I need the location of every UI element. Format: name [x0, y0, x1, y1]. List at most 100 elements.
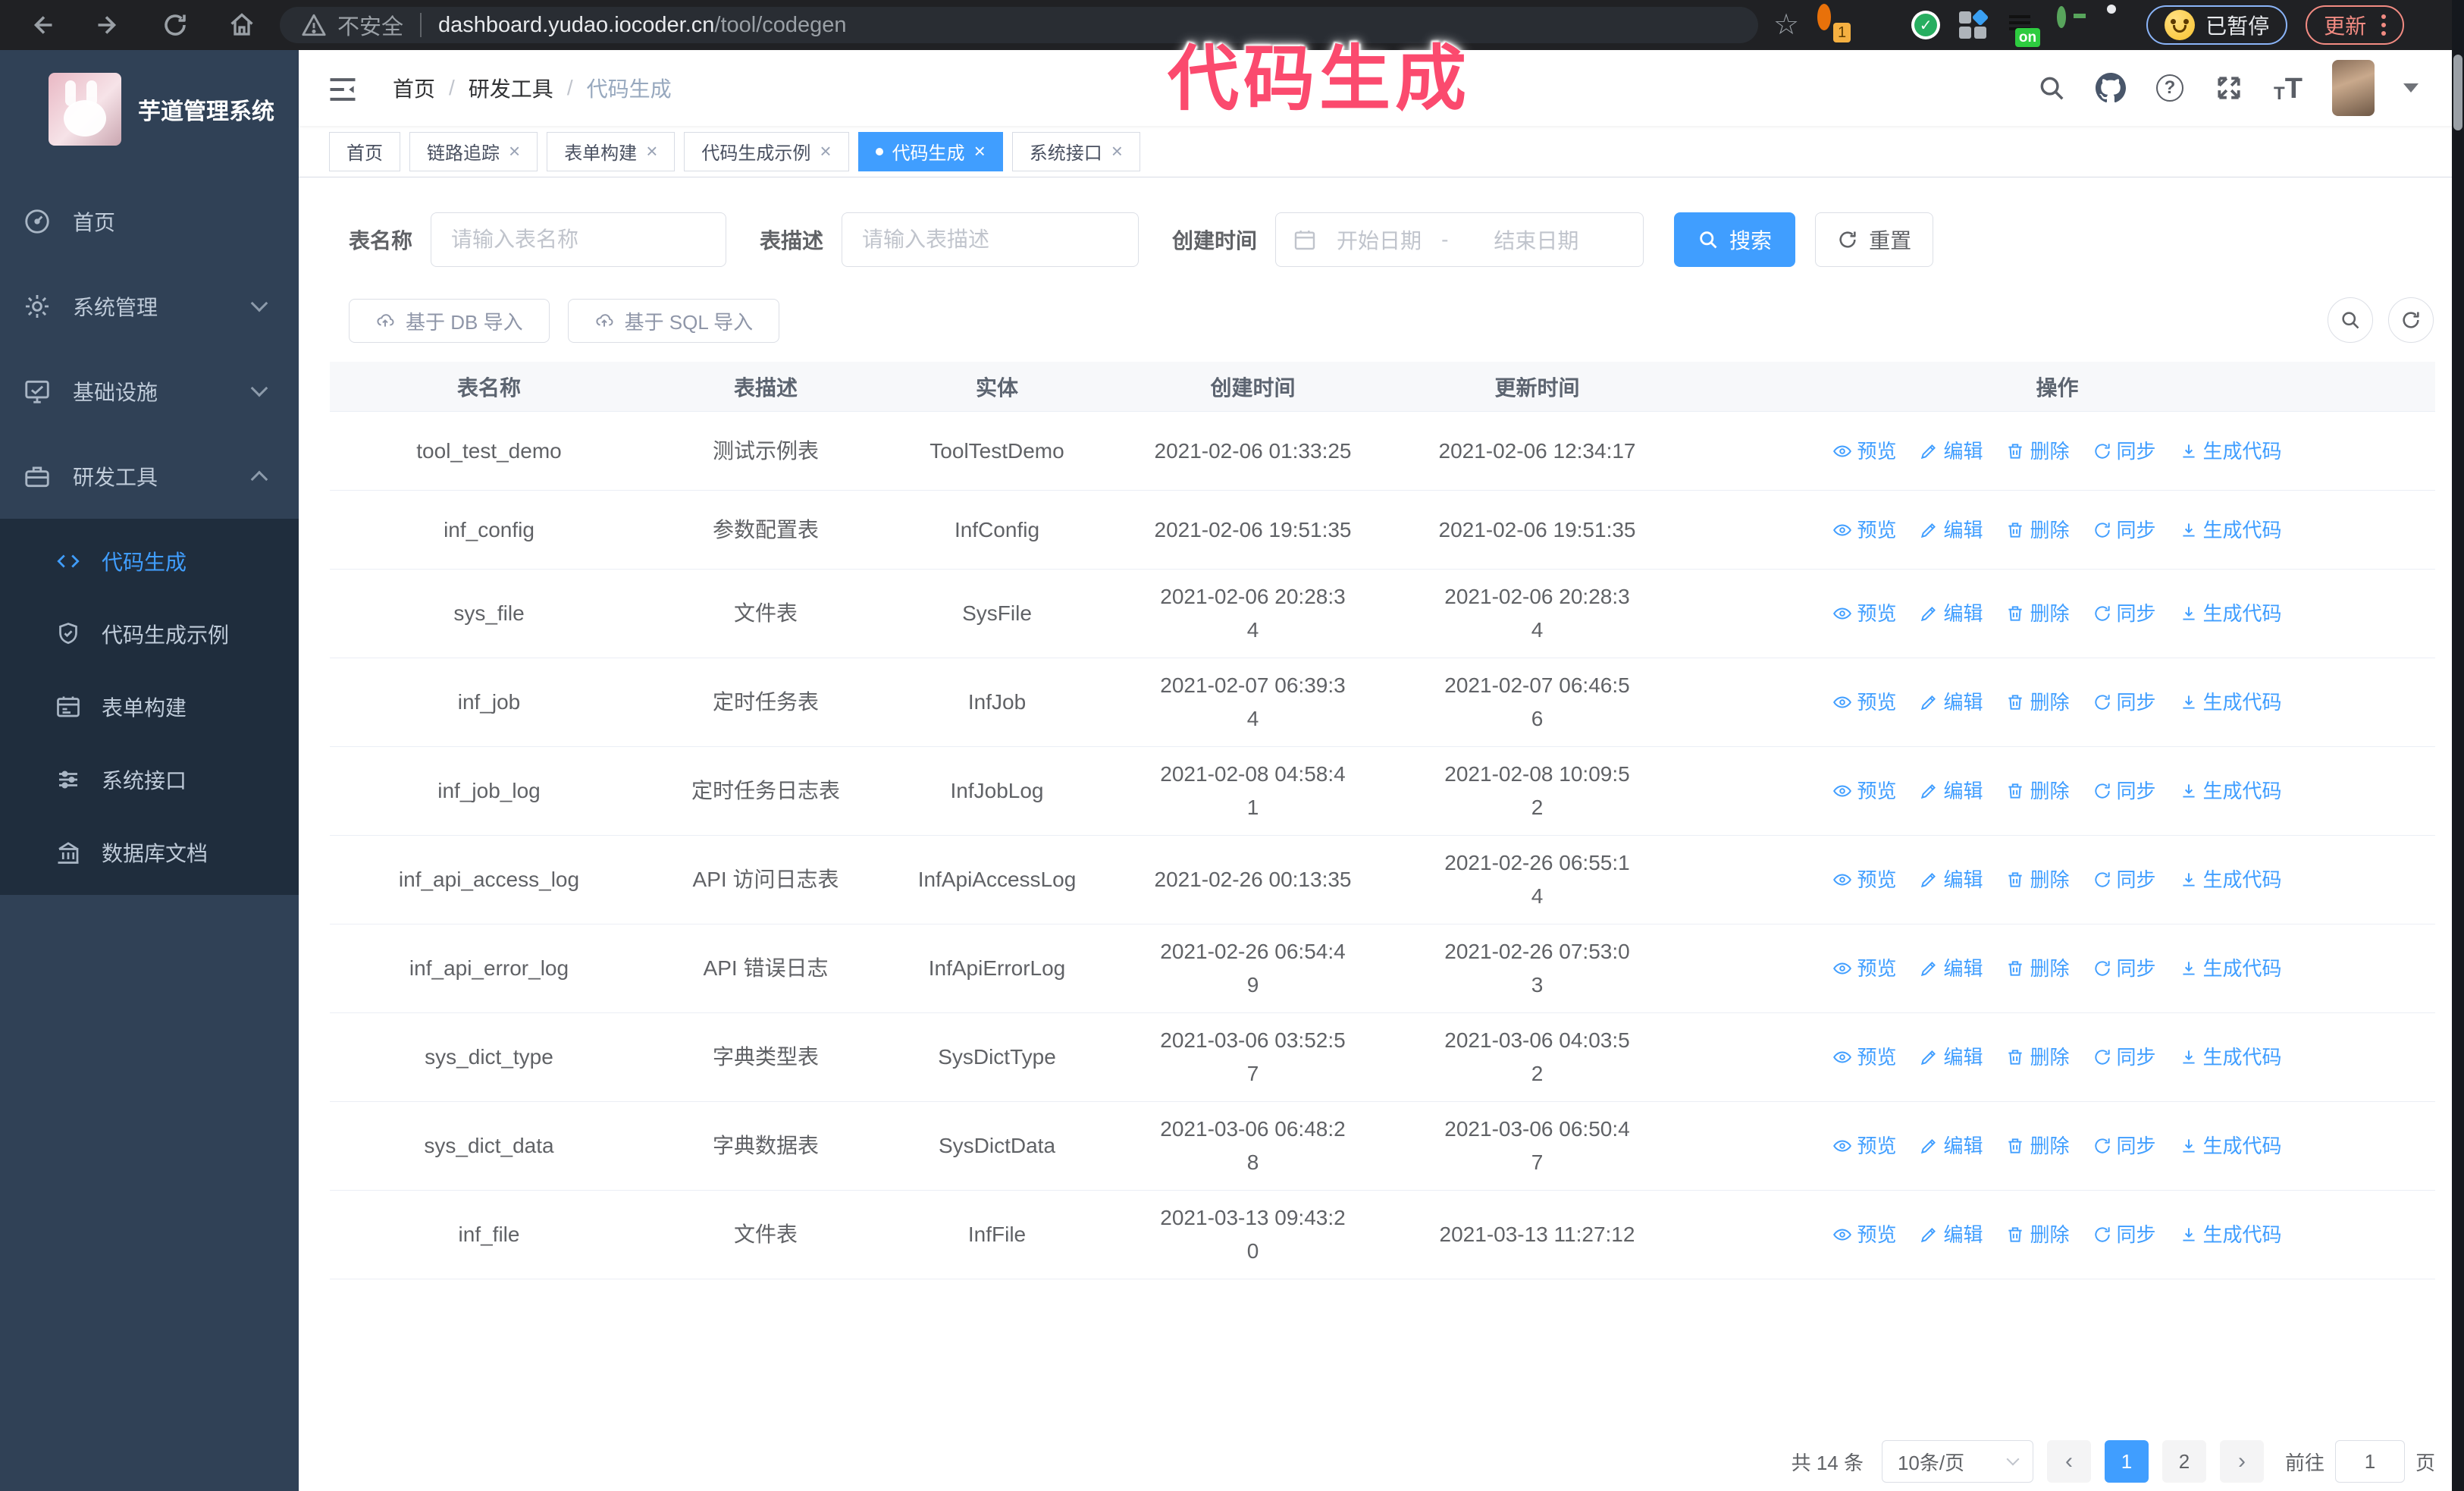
page-button-2[interactable]: 2 [2161, 1440, 2206, 1483]
generate-code-link[interactable]: 生成代码 [2179, 952, 2282, 985]
table-name-input[interactable] [431, 212, 727, 267]
sidebar-toggle-icon[interactable] [326, 73, 359, 103]
profile-paused-pill[interactable]: 已暂停 [2146, 5, 2288, 45]
preview-link[interactable]: 预览 [1832, 774, 1896, 808]
extension-icon-puzzle[interactable] [2099, 5, 2128, 39]
sync-link[interactable]: 同步 [2093, 863, 2156, 896]
edit-link[interactable]: 编辑 [1919, 863, 1983, 896]
breadcrumb-home[interactable]: 首页 [393, 73, 435, 103]
page-button-1[interactable]: 1 [2104, 1440, 2149, 1483]
header-search-icon[interactable] [2036, 73, 2067, 103]
generate-code-link[interactable]: 生成代码 [2179, 1218, 2282, 1251]
tab-home[interactable]: 首页 [329, 131, 400, 171]
delete-link[interactable]: 删除 [2005, 1129, 2070, 1163]
generate-code-link[interactable]: 生成代码 [2179, 513, 2282, 547]
edit-link[interactable]: 编辑 [1919, 597, 1983, 630]
edit-link[interactable]: 编辑 [1919, 1129, 1983, 1163]
tab-system-api[interactable]: 系统接口 × [1011, 131, 1140, 171]
extension-icon-orange[interactable]: 1 [1817, 4, 1851, 42]
sync-link[interactable]: 同步 [2093, 952, 2156, 985]
extension-icon-dark-on[interactable]: on [2005, 11, 2041, 47]
preview-link[interactable]: 预览 [1832, 435, 1896, 468]
close-icon[interactable]: × [509, 140, 520, 163]
browser-update-button[interactable]: 更新 [2306, 5, 2405, 45]
generate-code-link[interactable]: 生成代码 [2179, 435, 2282, 468]
sync-link[interactable]: 同步 [2093, 1129, 2156, 1163]
bookmark-star-icon[interactable]: ☆ [1773, 11, 1799, 39]
sync-link[interactable]: 同步 [2093, 597, 2156, 630]
sidebar-item-infrastructure[interactable]: 基础设施 [0, 349, 299, 434]
security-chip[interactable]: 不安全 [301, 9, 403, 41]
user-avatar[interactable] [2332, 60, 2375, 116]
tab-codegen-example[interactable]: 代码生成示例 × [684, 131, 849, 171]
preview-link[interactable]: 预览 [1832, 1129, 1896, 1163]
close-icon[interactable]: × [820, 140, 831, 163]
delete-link[interactable]: 删除 [2005, 774, 2070, 808]
browser-home-icon[interactable] [225, 8, 259, 42]
delete-link[interactable]: 删除 [2005, 513, 2070, 547]
reset-button[interactable]: 重置 [1815, 212, 1934, 267]
sidebar-item-home[interactable]: 首页 [0, 179, 299, 264]
preview-link[interactable]: 预览 [1832, 1041, 1896, 1074]
edit-link[interactable]: 编辑 [1919, 435, 1983, 468]
toggle-search-button[interactable] [2328, 297, 2373, 343]
edit-link[interactable]: 编辑 [1919, 774, 1983, 808]
import-db-button[interactable]: 基于 DB 导入 [349, 299, 550, 343]
browser-reload-icon[interactable] [158, 8, 192, 42]
browser-back-icon[interactable] [25, 8, 58, 42]
help-icon[interactable]: ? [2155, 73, 2185, 103]
sidebar-item-dev-tools[interactable]: 研发工具 [0, 434, 299, 519]
font-size-icon[interactable]: TT [2273, 73, 2303, 103]
refresh-table-button[interactable] [2388, 297, 2434, 343]
preview-link[interactable]: 预览 [1832, 1218, 1896, 1251]
sync-link[interactable]: 同步 [2093, 435, 2156, 468]
sidebar-logo-row[interactable]: 芋道管理系统 [0, 50, 299, 168]
delete-link[interactable]: 删除 [2005, 863, 2070, 896]
generate-code-link[interactable]: 生成代码 [2179, 863, 2282, 896]
extension-icon-key[interactable] [2052, 6, 2086, 39]
extension-icon-grid[interactable] [1958, 8, 1989, 39]
extension-icon-green-check[interactable]: ✓ [1911, 11, 1941, 39]
table-desc-input[interactable] [842, 212, 1140, 267]
generate-code-link[interactable]: 生成代码 [2179, 597, 2282, 630]
prev-page-button[interactable]: ‹ [2046, 1440, 2091, 1483]
extension-icon-diamond[interactable] [1864, 11, 1893, 39]
tab-form-builder[interactable]: 表单构建 × [547, 131, 676, 171]
delete-link[interactable]: 删除 [2005, 952, 2070, 985]
delete-link[interactable]: 删除 [2005, 597, 2070, 630]
sidebar-item-system-api[interactable]: 系统接口 [0, 743, 299, 816]
github-icon[interactable] [2096, 73, 2126, 103]
sync-link[interactable]: 同步 [2093, 686, 2156, 719]
page-size-select[interactable]: 10条/页 [1881, 1440, 2033, 1483]
tab-codegen[interactable]: 代码生成 × [857, 131, 1003, 171]
delete-link[interactable]: 删除 [2005, 435, 2070, 468]
close-icon[interactable]: × [974, 140, 986, 163]
preview-link[interactable]: 预览 [1832, 952, 1896, 985]
sidebar-item-system[interactable]: 系统管理 [0, 264, 299, 349]
close-icon[interactable]: × [1111, 140, 1123, 163]
generate-code-link[interactable]: 生成代码 [2179, 774, 2282, 808]
fullscreen-icon[interactable] [2214, 73, 2244, 103]
generate-code-link[interactable]: 生成代码 [2179, 1129, 2282, 1163]
import-sql-button[interactable]: 基于 SQL 导入 [567, 299, 780, 343]
delete-link[interactable]: 删除 [2005, 1218, 2070, 1251]
avatar-caret-icon[interactable] [2403, 83, 2419, 93]
delete-link[interactable]: 删除 [2005, 686, 2070, 719]
sidebar-item-form-builder[interactable]: 表单构建 [0, 670, 299, 743]
preview-link[interactable]: 预览 [1832, 686, 1896, 719]
sync-link[interactable]: 同步 [2093, 1218, 2156, 1251]
sync-link[interactable]: 同步 [2093, 513, 2156, 547]
sync-link[interactable]: 同步 [2093, 774, 2156, 808]
date-range-picker[interactable]: 开始日期 - 结束日期 [1275, 212, 1644, 267]
preview-link[interactable]: 预览 [1832, 513, 1896, 547]
edit-link[interactable]: 编辑 [1919, 1218, 1983, 1251]
sidebar-item-codegen-example[interactable]: 代码生成示例 [0, 598, 299, 670]
delete-link[interactable]: 删除 [2005, 1041, 2070, 1074]
edit-link[interactable]: 编辑 [1919, 1041, 1983, 1074]
edit-link[interactable]: 编辑 [1919, 513, 1983, 547]
generate-code-link[interactable]: 生成代码 [2179, 686, 2282, 719]
browser-forward-icon[interactable] [92, 8, 125, 42]
search-button[interactable]: 搜索 [1674, 212, 1796, 267]
preview-link[interactable]: 预览 [1832, 597, 1896, 630]
sidebar-item-db-doc[interactable]: 数据库文档 [0, 816, 299, 889]
